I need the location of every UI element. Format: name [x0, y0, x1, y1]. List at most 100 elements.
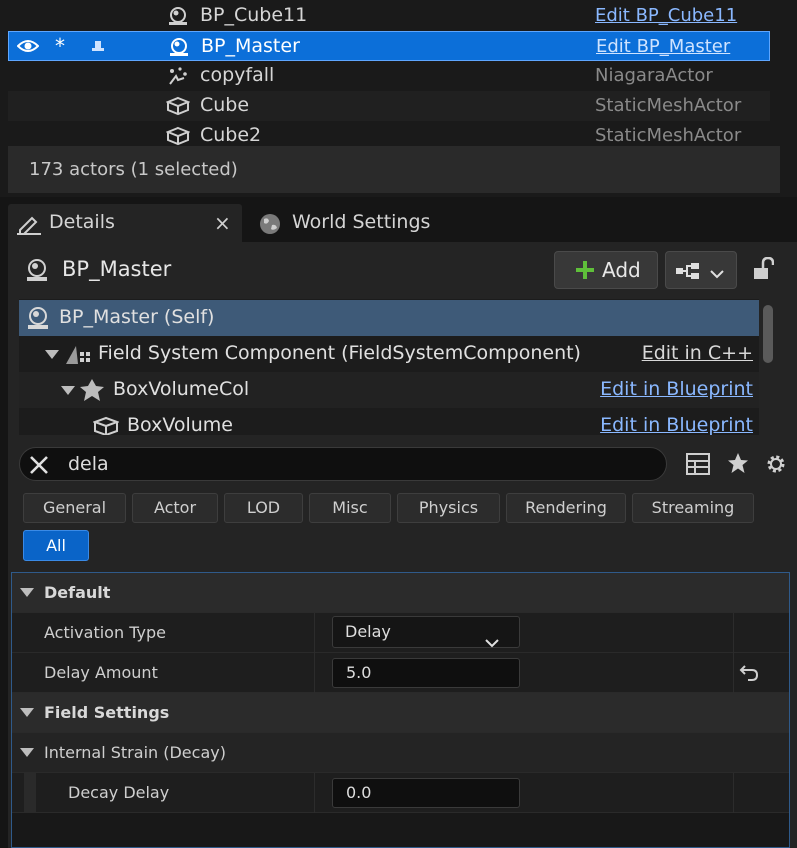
- property-label: Decay Delay: [68, 783, 170, 802]
- star-icon[interactable]: [727, 452, 749, 478]
- property-delay-amount: Delay Amount 5.0: [12, 653, 789, 693]
- outliner-actor-name: BP_Cube11: [200, 4, 308, 26]
- add-button-label: Add: [602, 258, 641, 282]
- plus-icon: [575, 260, 595, 284]
- blueprint-actor-icon: [166, 6, 190, 26]
- tab-world-settings-label: World Settings: [292, 211, 431, 233]
- expand-arrow-icon[interactable]: [45, 350, 59, 359]
- filter-physics[interactable]: Physics: [397, 493, 500, 523]
- outliner-actor-type: StaticMeshActor: [595, 95, 742, 116]
- collapse-arrow-icon[interactable]: [20, 588, 34, 597]
- outliner-actor-type: StaticMeshActor: [595, 125, 742, 146]
- filter-all[interactable]: All: [23, 530, 89, 561]
- details-search-box[interactable]: [19, 447, 667, 481]
- column-divider: [314, 613, 315, 653]
- settings-gear-icon[interactable]: [764, 452, 788, 480]
- component-row[interactable]: BoxVolume Edit in Blueprint: [19, 408, 759, 435]
- property-label: Delay Amount: [44, 663, 158, 682]
- property-decay-delay: Decay Delay 0.0: [12, 773, 789, 813]
- component-tree-scrollbar[interactable]: [763, 305, 773, 363]
- blueprint-options-button[interactable]: [665, 251, 737, 289]
- visibility-eye-icon[interactable]: [16, 36, 40, 60]
- filter-streaming[interactable]: Streaming: [632, 493, 754, 523]
- box-volume-icon: [79, 378, 105, 406]
- blueprint-actor-icon: [24, 258, 50, 286]
- expand-arrow-icon[interactable]: [61, 386, 75, 395]
- component-name: BoxVolumeCol: [113, 378, 250, 400]
- filter-general[interactable]: General: [23, 493, 126, 523]
- component-row[interactable]: Field System Component (FieldSystemCompo…: [19, 336, 759, 372]
- outliner-edit-link[interactable]: Edit BP_Master: [596, 36, 730, 57]
- hierarchy-icon: [675, 262, 701, 284]
- outliner-actor-name: Cube: [200, 94, 250, 116]
- group-label: Internal Strain (Decay): [44, 743, 226, 762]
- collapse-arrow-icon[interactable]: [20, 708, 34, 717]
- tab-details-label: Details: [49, 211, 115, 233]
- property-label: Activation Type: [44, 623, 166, 642]
- static-mesh-icon: [165, 96, 191, 116]
- property-list: Default Activation Type Delay Delay Amou…: [11, 572, 790, 848]
- close-icon[interactable]: ×: [214, 211, 231, 235]
- outliner-row[interactable]: BP_Cube11 Edit BP_Cube11: [8, 1, 770, 31]
- outliner-actor-name: Cube2: [200, 124, 262, 146]
- property-activation-type: Activation Type Delay: [12, 613, 789, 653]
- outliner-row[interactable]: copyfall NiagaraActor: [8, 61, 770, 91]
- blueprint-actor-icon: [25, 306, 51, 334]
- column-divider: [314, 773, 315, 813]
- column-divider: [733, 773, 734, 813]
- filter-actor[interactable]: Actor: [132, 493, 218, 523]
- static-mesh-icon: [165, 126, 191, 146]
- add-component-button[interactable]: Add: [554, 251, 658, 289]
- outliner-row-selected[interactable]: * BP_Master Edit BP_Master: [8, 31, 770, 61]
- pin-icon[interactable]: [91, 39, 105, 58]
- outliner-actor-name: copyfall: [200, 64, 275, 86]
- column-divider: [314, 653, 315, 693]
- blueprint-actor-icon: [167, 37, 191, 57]
- component-name: BoxVolume: [127, 414, 233, 435]
- category-default[interactable]: Default: [12, 573, 789, 613]
- table-view-icon[interactable]: [686, 453, 710, 479]
- outliner-actor-type: NiagaraActor: [595, 65, 713, 86]
- column-divider: [733, 613, 734, 653]
- edit-in-blueprint-link[interactable]: Edit in Blueprint: [600, 414, 753, 435]
- edit-in-cpp-link[interactable]: Edit in C++: [642, 342, 753, 364]
- category-field-settings[interactable]: Field Settings: [12, 693, 789, 733]
- filter-misc[interactable]: Misc: [309, 493, 391, 523]
- actor-count-bar: 173 actors (1 selected): [8, 146, 780, 193]
- selected-actor-name: BP_Master: [62, 257, 172, 281]
- group-internal-strain[interactable]: Internal Strain (Decay): [12, 733, 789, 773]
- actor-count-text: 173 actors (1 selected): [29, 159, 238, 180]
- globe-icon: [259, 213, 281, 239]
- tab-details[interactable]: Details ×: [8, 204, 242, 242]
- component-row-self[interactable]: BP_Master (Self): [19, 300, 759, 336]
- category-label: Default: [44, 583, 111, 602]
- component-name: BP_Master (Self): [59, 306, 215, 328]
- lock-open-icon[interactable]: [752, 256, 775, 285]
- search-input[interactable]: [68, 450, 648, 478]
- niagara-icon: [166, 66, 190, 86]
- component-row[interactable]: BoxVolumeCol Edit in Blueprint: [19, 372, 759, 408]
- activation-type-dropdown[interactable]: Delay: [332, 616, 520, 648]
- pin-asterisk-icon[interactable]: *: [55, 34, 65, 58]
- category-label: Field Settings: [44, 703, 170, 722]
- static-mesh-icon: [92, 416, 120, 435]
- filter-lod[interactable]: LOD: [224, 493, 303, 523]
- decay-delay-input[interactable]: 0.0: [332, 778, 520, 808]
- outliner-row[interactable]: Cube StaticMeshActor: [8, 91, 770, 121]
- outliner-edit-link[interactable]: Edit BP_Cube11: [595, 5, 737, 26]
- indent-guide: [24, 773, 36, 813]
- dropdown-value: Delay: [345, 622, 391, 641]
- filter-rendering[interactable]: Rendering: [506, 493, 626, 523]
- edit-in-blueprint-link[interactable]: Edit in Blueprint: [600, 378, 753, 400]
- reset-to-default-icon[interactable]: [739, 664, 759, 686]
- component-name: Field System Component (FieldSystemCompo…: [98, 342, 581, 364]
- component-tree: BP_Master (Self) Field System Component …: [19, 299, 759, 435]
- collapse-arrow-icon[interactable]: [20, 748, 34, 757]
- column-divider: [733, 653, 734, 693]
- pencil-icon: [17, 213, 41, 239]
- delay-amount-input[interactable]: 5.0: [332, 658, 520, 688]
- clear-search-icon[interactable]: [28, 454, 50, 480]
- chevron-down-icon: [710, 264, 724, 283]
- field-system-icon: [64, 344, 94, 370]
- tab-world-settings[interactable]: World Settings: [248, 204, 448, 242]
